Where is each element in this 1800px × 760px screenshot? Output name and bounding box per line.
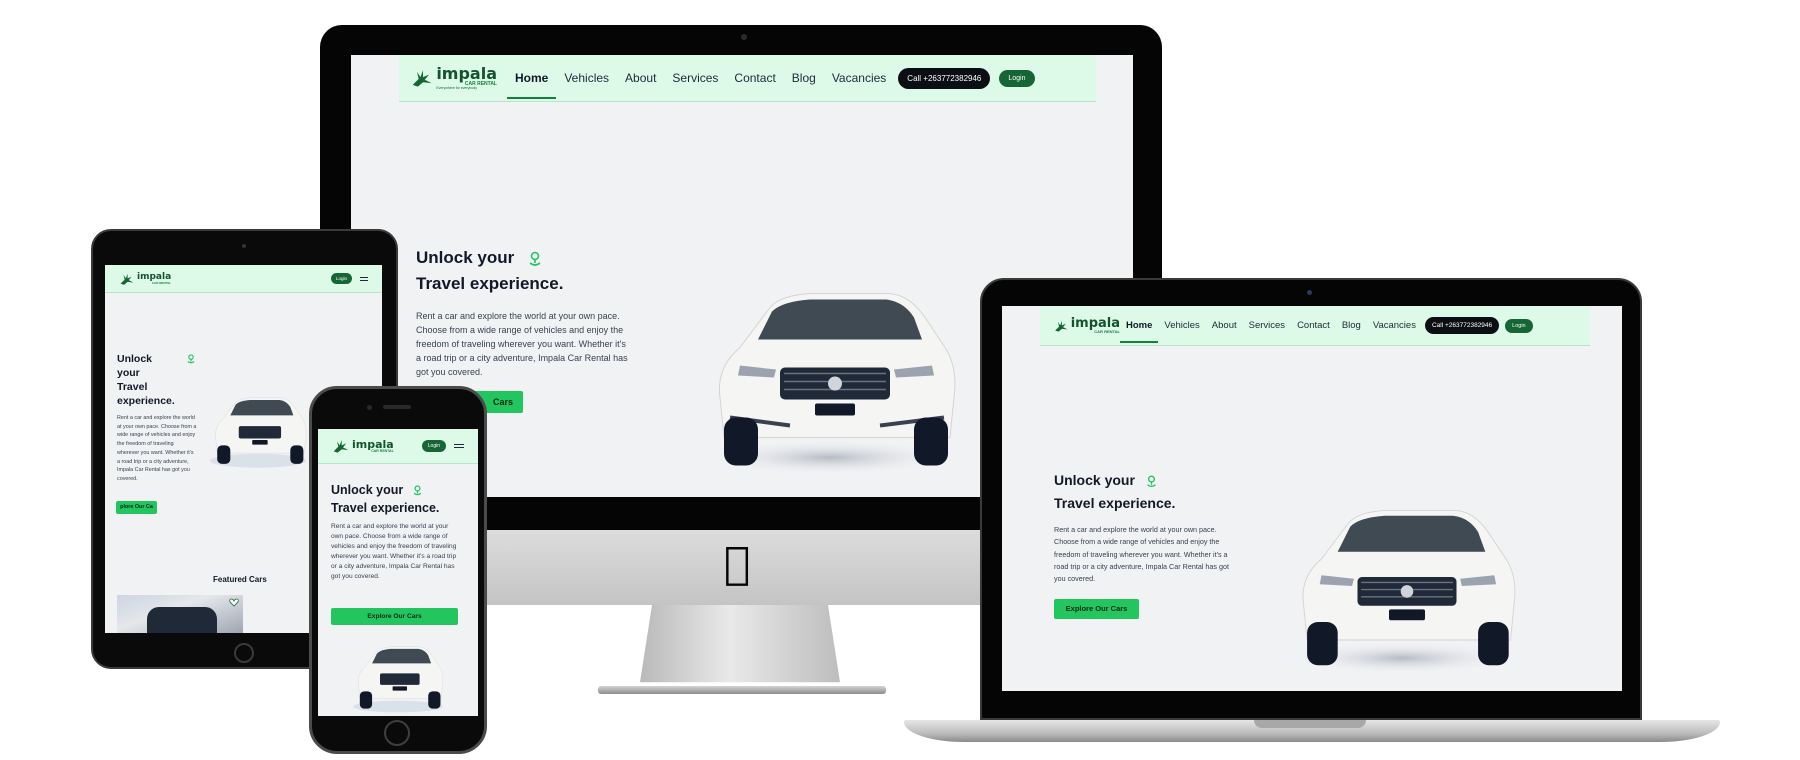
nav-item-home[interactable]: Home (1120, 309, 1159, 343)
login-button[interactable]: Login (421, 440, 446, 452)
impala-logo-icon (412, 70, 432, 87)
brand-logo[interactable]: impala CAR RENTAL Everywhere for everybo… (411, 63, 497, 91)
hero-description: Rent a car and explore the world at your… (416, 311, 628, 377)
location-pin-icon (413, 485, 422, 496)
brand-logo[interactable]: impala CAR RENTAL (332, 438, 394, 454)
apple-logo-icon:  (724, 542, 750, 586)
location-pin-icon (187, 354, 195, 364)
navbar: impala CAR RENTAL Home Vehicles About Se… (1040, 306, 1590, 346)
hero-section: Unlock your Travel experience. Rent a ca… (117, 352, 202, 484)
impala-logo-icon (120, 273, 134, 285)
call-button[interactable]: Call +263772382946 (898, 67, 991, 89)
brand-logo[interactable]: impala CAR RENTAL (119, 272, 171, 286)
nav-item-contact[interactable]: Contact (1291, 320, 1336, 331)
hero-description: Rent a car and explore the world at your… (1054, 525, 1229, 584)
laptop-opening-notch (1254, 720, 1366, 728)
monitor-stand-base (598, 686, 886, 694)
featured-car-image (147, 607, 217, 633)
monitor-camera (741, 34, 747, 40)
nav-item-about[interactable]: About (617, 71, 664, 85)
nav-item-vehicles[interactable]: Vehicles (1158, 320, 1205, 331)
hero-section: Unlock your Travel experience. Rent a ca… (331, 481, 471, 582)
login-button[interactable]: Login (999, 69, 1035, 87)
hamburger-menu-icon[interactable] (454, 444, 464, 448)
login-button[interactable]: Login (1505, 318, 1533, 333)
hero-section: Unlock your Travel experience. Rent a ca… (416, 245, 646, 379)
nav-item-blog[interactable]: Blog (1336, 320, 1367, 331)
nav-item-contact[interactable]: Contact (726, 71, 783, 85)
hero-title-line1: Unlock your (331, 483, 404, 497)
hero-title-word2: your (117, 367, 140, 379)
phone-screen: impala CAR RENTAL Login Unlock your Trav… (318, 429, 478, 716)
phone-home-button[interactable] (384, 720, 410, 746)
car-image (705, 293, 956, 476)
nav-item-about[interactable]: About (1206, 320, 1243, 331)
hamburger-menu-icon[interactable] (360, 276, 368, 281)
monitor-stand-neck (640, 605, 840, 683)
nav-item-vacancies[interactable]: Vacancies (1367, 320, 1422, 331)
brand-name: impala (436, 63, 497, 83)
device-mockup-stage:  impala CAR RENTAL Everywhere for every… (0, 0, 1800, 760)
nav-item-home[interactable]: Home (507, 58, 557, 99)
laptop-screen: impala CAR RENTAL Home Vehicles About Se… (1002, 306, 1622, 691)
phone-camera (367, 405, 372, 410)
brand-logo[interactable]: impala CAR RENTAL (1054, 317, 1120, 335)
navbar: impala CAR RENTAL Login (318, 429, 478, 464)
brand-sub: CAR RENTAL (371, 448, 394, 453)
hero-title-line1: Unlock your (1054, 472, 1135, 488)
tablet-home-button[interactable] (234, 643, 254, 663)
nav-item-services[interactable]: Services (1243, 320, 1291, 331)
hero-title-line2: Travel experience. (416, 274, 564, 293)
laptop-camera (1307, 290, 1312, 295)
call-button[interactable]: Call +263772382946 (1424, 317, 1500, 334)
hero-title-line1: Unlock your (416, 248, 515, 267)
nav-item-blog[interactable]: Blog (784, 71, 824, 85)
explore-cars-button[interactable]: Explore Our Cars (331, 608, 458, 625)
login-button[interactable]: Login (330, 273, 352, 284)
explore-cars-button[interactable]: plore Our Ca (116, 501, 157, 514)
tablet-camera (242, 244, 246, 248)
hero-section: Unlock your Travel experience. Rent a ca… (1054, 469, 1234, 585)
brand-sub: CAR RENTAL (1094, 329, 1120, 334)
hero-title-word4: experience. (117, 395, 175, 407)
impala-logo-icon (333, 440, 349, 453)
navbar: impala CAR RENTAL Everywhere for everybo… (399, 55, 1096, 102)
hero-title-line2: Travel experience. (331, 501, 440, 515)
hero-description: Rent a car and explore the world at your… (117, 415, 197, 482)
heart-icon[interactable] (229, 598, 239, 607)
impala-logo-icon (1055, 320, 1068, 332)
hero-title-word3: Travel (117, 381, 148, 393)
car-image (209, 397, 307, 468)
car-image (353, 646, 444, 713)
explore-cars-button[interactable]: Explore Our Cars (1054, 599, 1139, 619)
featured-cars-heading: Featured Cars (213, 575, 267, 584)
hero-title-line2: Travel experience. (1054, 495, 1176, 511)
brand-sub: CAR RENTAL (151, 280, 172, 285)
nav-item-vehicles[interactable]: Vehicles (556, 71, 617, 85)
navbar: impala CAR RENTAL Login (105, 265, 382, 293)
hero-description: Rent a car and explore the world at your… (331, 523, 457, 580)
location-pin-icon (1146, 475, 1156, 487)
phone-speaker (383, 405, 411, 409)
brand-tagline: Everywhere for everybody (436, 85, 477, 90)
featured-car-card[interactable] (117, 595, 243, 633)
nav-item-services[interactable]: Services (664, 71, 726, 85)
location-pin-icon (529, 251, 541, 266)
nav-item-vacancies[interactable]: Vacancies (824, 71, 894, 85)
car-image (1290, 509, 1516, 675)
